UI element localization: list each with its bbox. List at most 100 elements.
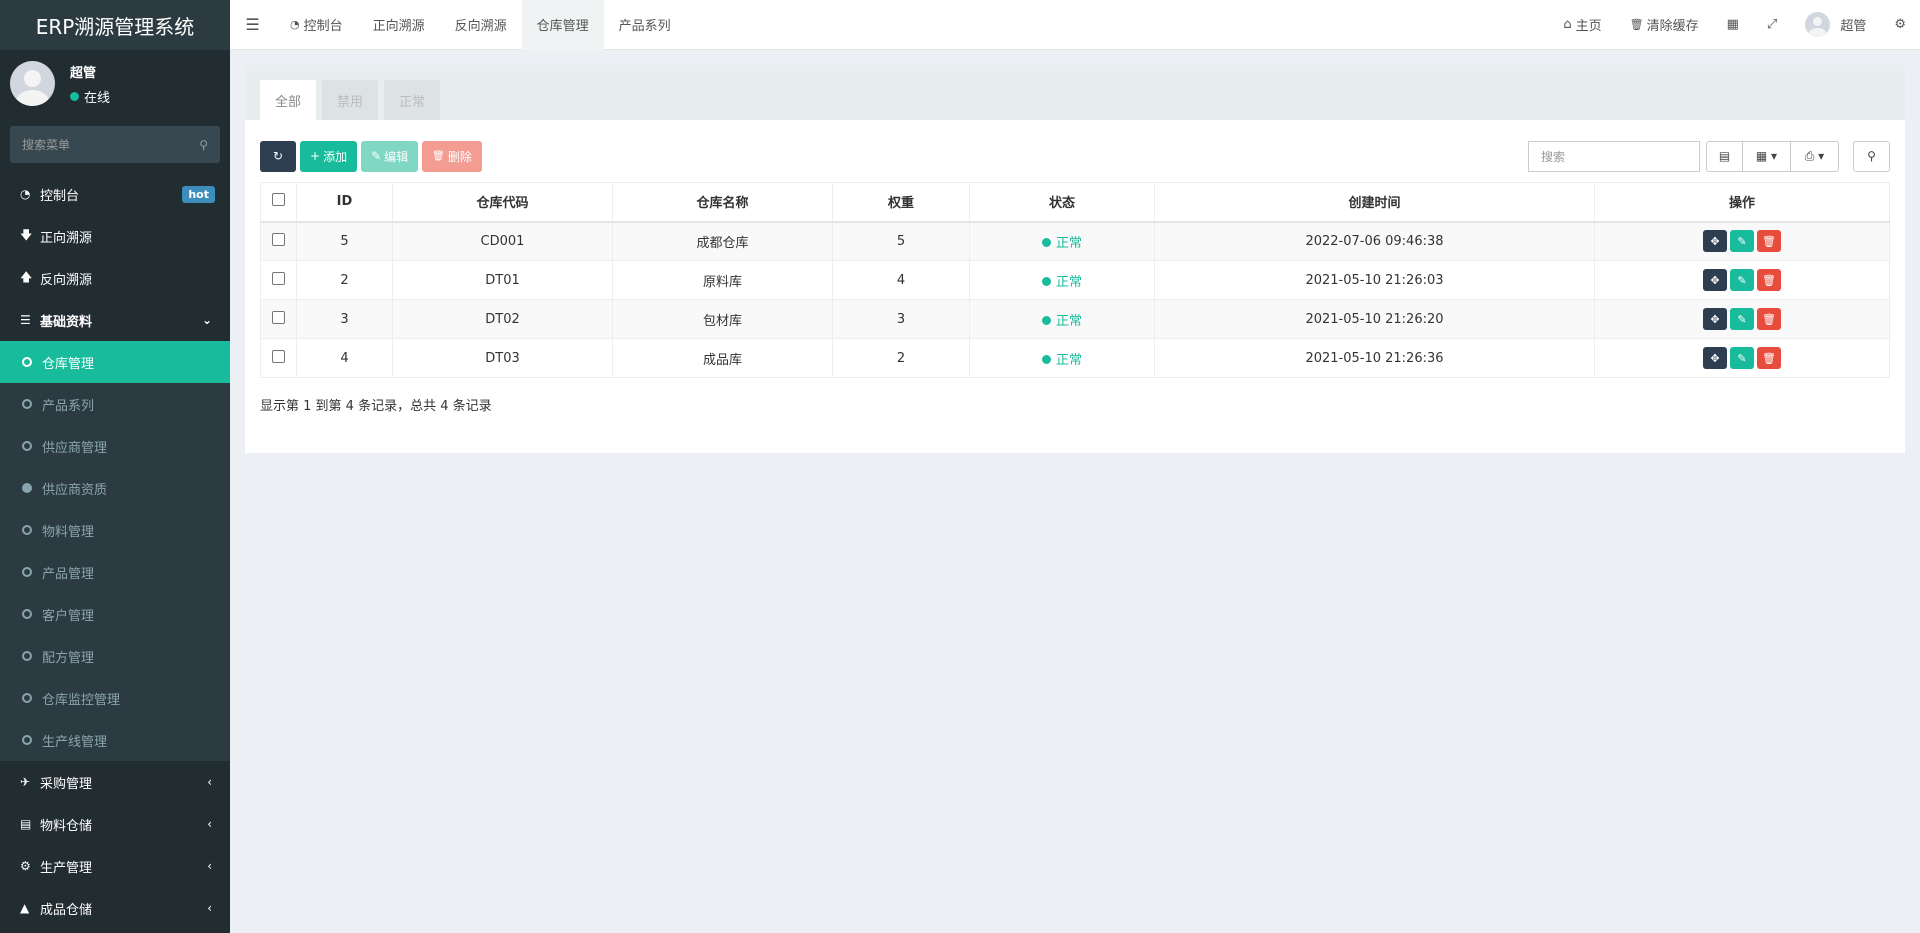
columns-button[interactable]: ▦ ▾ [1743,140,1791,172]
sidebar-item-production[interactable]: ⚙ 生产管理 ‹ [0,845,230,887]
sidebar-item-material[interactable]: 物料管理 [0,509,230,551]
sidebar-item-reverse-trace[interactable]: 🡅 反向溯源 [0,257,230,299]
language-icon[interactable]: ▦ [1713,17,1753,32]
sidebar-item-product[interactable]: 产品管理 [0,551,230,593]
tab-dashboard[interactable]: ◔ 控制台 [275,0,358,50]
tab-disabled[interactable]: 禁用 [322,80,379,120]
sidebar-item-forward-trace[interactable]: 🡇 正向溯源 [0,215,230,257]
sidebar-item-product-series[interactable]: 产品系列 [0,383,230,425]
edit-row-icon[interactable]: ✎ [1730,347,1754,369]
delete-row-icon[interactable]: 🗑 [1757,230,1781,253]
database-icon: ▤ [20,817,32,831]
tab-label: 反向溯源 [454,19,507,34]
sidebar-item-supplier[interactable]: 供应商管理 [0,425,230,467]
add-button[interactable]: + 添加 [300,140,358,172]
sidebar-item-production-line[interactable]: 生产线管理 [0,719,230,761]
chevron-left-icon: ‹ [207,817,212,831]
sidebar-item-product-storage[interactable]: ▲ 成品仓储 ‹ [0,887,230,929]
content-panel: 全部 禁用 正常 ↻ +添加 ✎编辑 🗑删除 搜索 ▤ ▦ ▾ ⎙ ▾ ⚲ [245,65,1905,453]
col-code[interactable]: 仓库代码 [392,182,613,223]
tab-forward-trace[interactable]: 正向溯源 [358,0,440,50]
drag-handle-icon[interactable]: ✥ [1703,347,1727,369]
tab-normal[interactable]: 正常 [384,80,441,120]
row-select-cell[interactable] [260,299,297,339]
advanced-search-button[interactable]: ⚲ [1853,140,1890,172]
cell-status[interactable]: 正常 [969,221,1155,261]
table-row[interactable]: 5 CD001 成都仓库 5 正常 2022-07-06 09:46:38 ✥ ✎… [260,221,1890,261]
circle-icon [22,567,32,577]
row-select-cell[interactable] [260,260,297,300]
clear-cache-button[interactable]: 🗑 清除缓存 [1616,15,1713,34]
toggle-view-button[interactable]: ▤ [1706,140,1743,172]
sidebar-item-purchase[interactable]: ✈ 采购管理 ‹ [0,761,230,803]
sidebar-item-supplier-qualification[interactable]: 供应商资质 [0,467,230,509]
cell-status[interactable]: 正常 [969,338,1155,378]
edit-button[interactable]: ✎ 编辑 [361,140,419,172]
refresh-button[interactable]: ↻ [260,140,296,172]
arrow-down-icon: 🡇 [20,227,33,242]
row-checkbox[interactable] [272,232,285,246]
edit-row-icon[interactable]: ✎ [1730,269,1754,291]
table-row[interactable]: 3 DT02 包材库 3 正常 2021-05-10 21:26:20 ✥ ✎ 🗑 [260,299,1890,339]
tab-reverse-trace[interactable]: 反向溯源 [440,0,522,50]
sidebar-item-warehouse[interactable]: 仓库管理 [0,341,230,383]
select-all-checkbox[interactable] [272,193,285,207]
tab-all[interactable]: 全部 [260,80,317,120]
cell-id: 3 [296,299,393,339]
circle-icon [22,735,32,745]
drag-handle-icon[interactable]: ✥ [1703,230,1727,253]
export-button[interactable]: ⎙ ▾ [1791,140,1839,172]
delete-button[interactable]: 🗑 删除 [422,140,482,172]
settings-icon[interactable]: ⚙ [1880,17,1920,32]
table-row[interactable]: 4 DT03 成品库 2 正常 2021-05-10 21:26:36 ✥ ✎ 🗑 [260,338,1890,378]
delete-row-icon[interactable]: 🗑 [1757,347,1781,369]
home-label: 主页 [1575,19,1602,34]
tab-warehouse[interactable]: 仓库管理 [521,0,604,50]
sidebar-item-basic-data[interactable]: ☰ 基础资料 ⌄ [0,299,230,341]
delete-row-icon[interactable]: 🗑 [1757,308,1781,330]
grid-icon: ▦ ▾ [1755,149,1778,163]
tab-label: 产品系列 [618,19,671,34]
home-link[interactable]: ⌂ 主页 [1549,15,1615,34]
sidebar-item-formula[interactable]: 配方管理 [0,635,230,677]
col-weight[interactable]: 权重 [832,182,970,223]
col-name[interactable]: 仓库名称 [612,182,833,223]
table-row[interactable]: 2 DT01 原料库 4 正常 2021-05-10 21:26:03 ✥ ✎ 🗑 [260,260,1890,300]
search-icon: ⚲ [1867,149,1876,163]
sidebar-item-material-storage[interactable]: ▤ 物料仓储 ‹ [0,803,230,845]
edit-row-icon[interactable]: ✎ [1730,230,1754,253]
avatar [10,61,55,106]
col-status[interactable]: 状态 [969,182,1155,223]
search-icon[interactable]: ⚲ [199,138,208,152]
drag-handle-icon[interactable]: ✥ [1703,308,1727,330]
edit-row-icon[interactable]: ✎ [1730,308,1754,330]
select-all-cell[interactable] [260,182,297,223]
table-header-row: ID 仓库代码 仓库名称 权重 状态 创建时间 操作 [260,182,1890,223]
sidebar-item-warehouse-monitor[interactable]: 仓库监控管理 [0,677,230,719]
warehouse-table: ID 仓库代码 仓库名称 权重 状态 创建时间 操作 5 CD001 成都仓库 … [260,182,1890,378]
row-checkbox[interactable] [272,271,285,285]
row-select-cell[interactable] [260,221,297,261]
drag-handle-icon[interactable]: ✥ [1703,269,1727,291]
row-checkbox[interactable] [272,349,285,363]
edit-label: 编辑 [384,149,409,164]
brand-title[interactable]: ERP溯源管理系统 [0,0,230,50]
row-checkbox[interactable] [272,310,285,324]
tab-product-series[interactable]: 产品系列 [604,0,686,50]
user-menu[interactable]: 超管 [1791,12,1880,37]
cell-status[interactable]: 正常 [969,260,1155,300]
sidebar-item-customer[interactable]: 客户管理 [0,593,230,635]
cell-status[interactable]: 正常 [969,299,1155,339]
delete-row-icon[interactable]: 🗑 [1757,269,1781,291]
cell-weight: 2 [832,338,970,378]
table-search-input[interactable]: 搜索 [1528,140,1700,172]
fullscreen-icon[interactable]: ⤢ [1753,17,1791,32]
col-created[interactable]: 创建时间 [1154,182,1595,223]
sidebar-item-dashboard[interactable]: ◔ 控制台 hot [0,173,230,215]
menu-toggle-icon[interactable]: ☰ [230,15,275,34]
menu-search-input[interactable]: 搜索菜单 ⚲ [10,126,220,163]
pagination-info: 显示第 1 到第 4 条记录，总共 4 条记录 [260,399,492,414]
row-select-cell[interactable] [260,338,297,378]
col-id[interactable]: ID [296,182,393,223]
user-status-label: 在线 [84,90,111,106]
